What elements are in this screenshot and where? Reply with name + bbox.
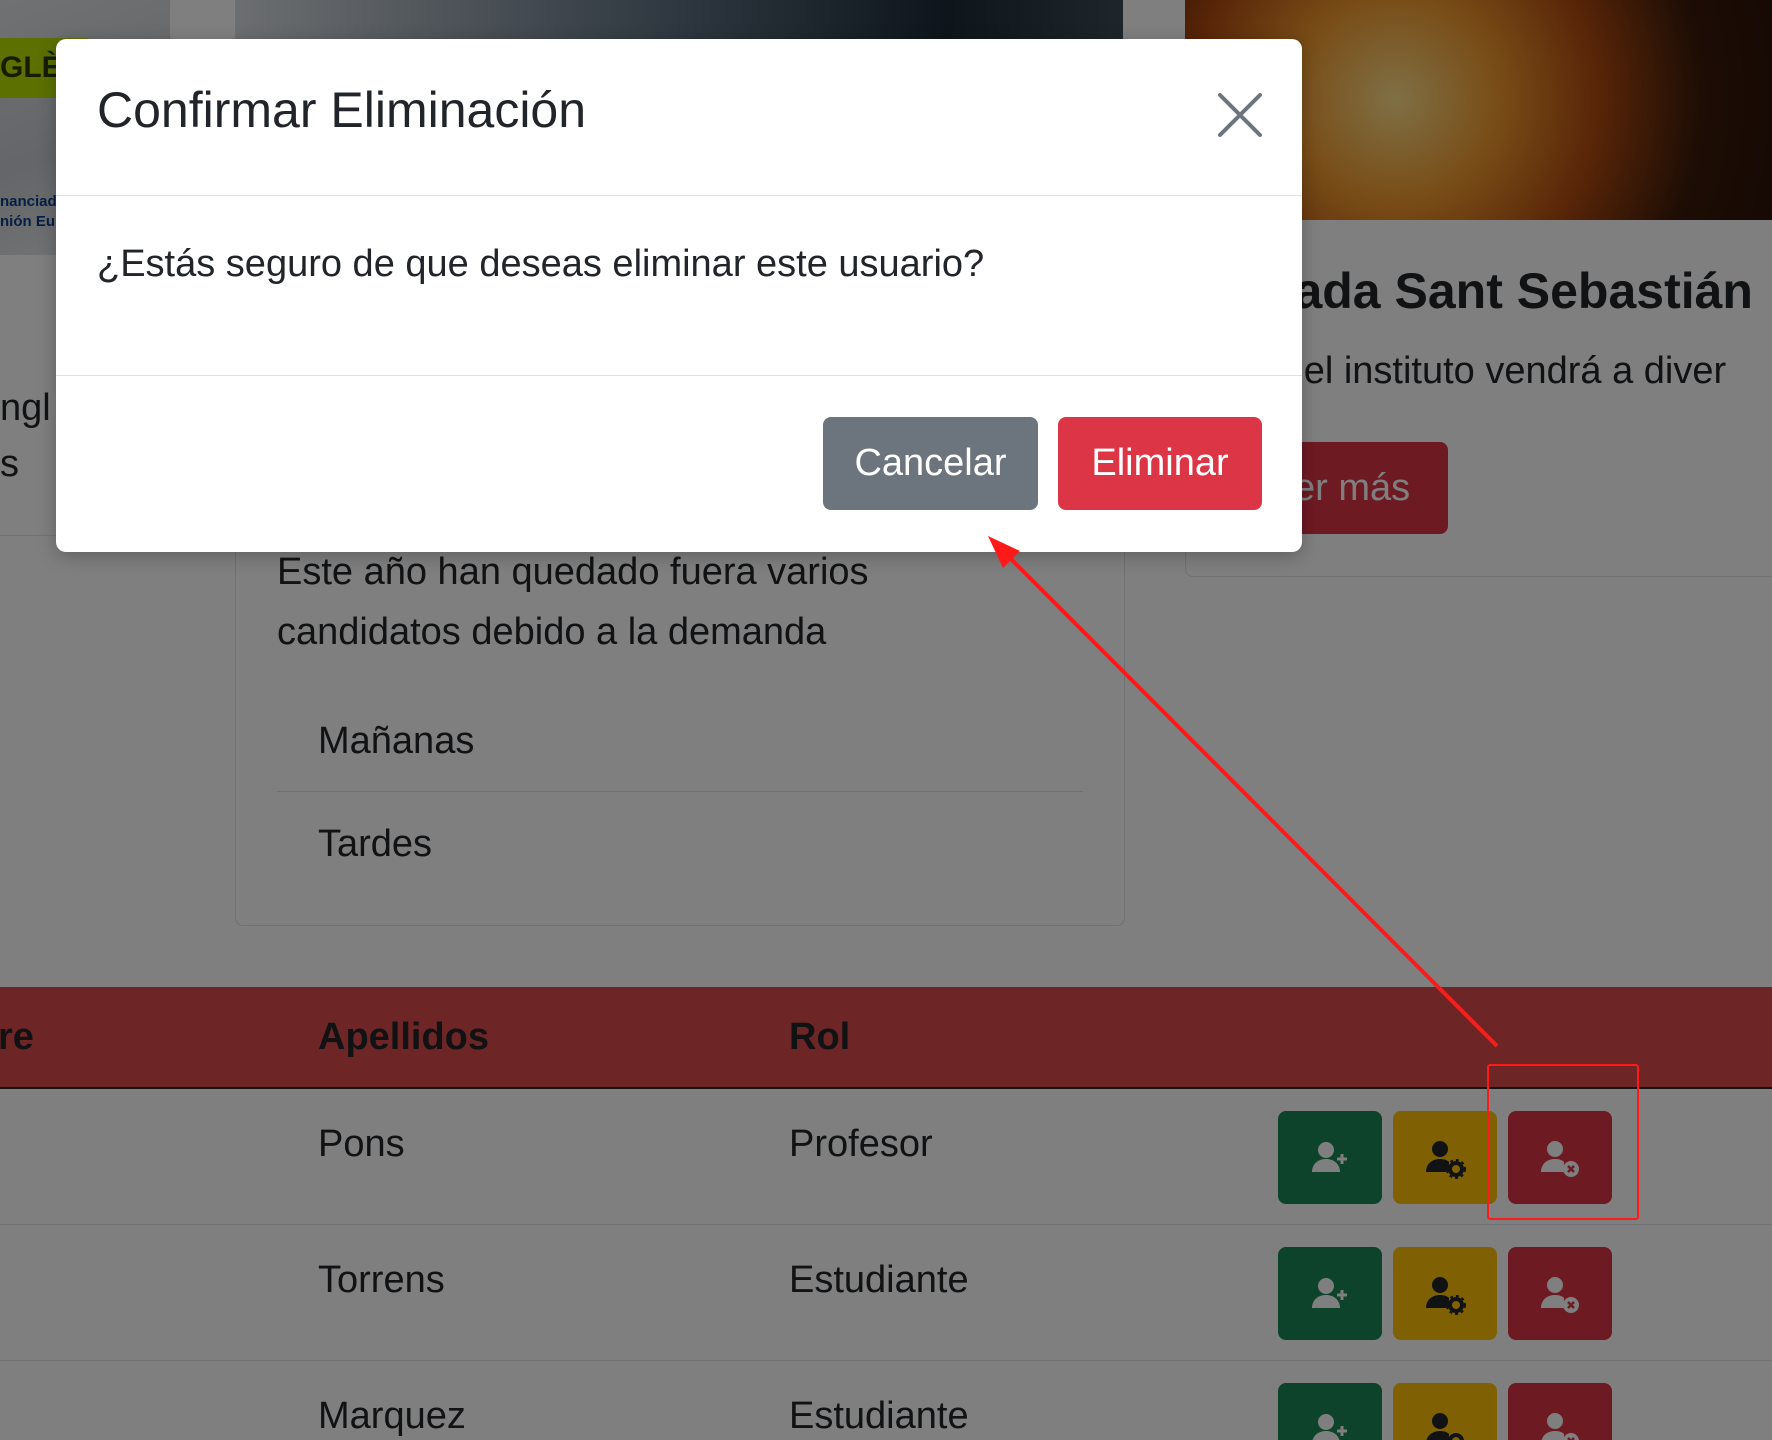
cancel-button[interactable]: Cancelar [823,417,1038,510]
annotation-highlight-box [1487,1064,1639,1220]
modal-footer: Cancelar Eliminar [56,375,1302,553]
confirm-delete-modal: Confirmar Eliminación ¿Estás seguro de q… [56,39,1302,552]
page: GLÈS nanciad nión Eu ngl s Este año han … [0,0,1772,1440]
modal-title: Confirmar Eliminación [97,82,587,138]
close-icon [1218,93,1262,137]
modal-header: Confirmar Eliminación [56,39,1302,196]
confirm-delete-button[interactable]: Eliminar [1058,417,1262,510]
modal-body: ¿Estás seguro de que deseas eliminar est… [97,243,985,285]
close-button[interactable] [1214,89,1266,141]
